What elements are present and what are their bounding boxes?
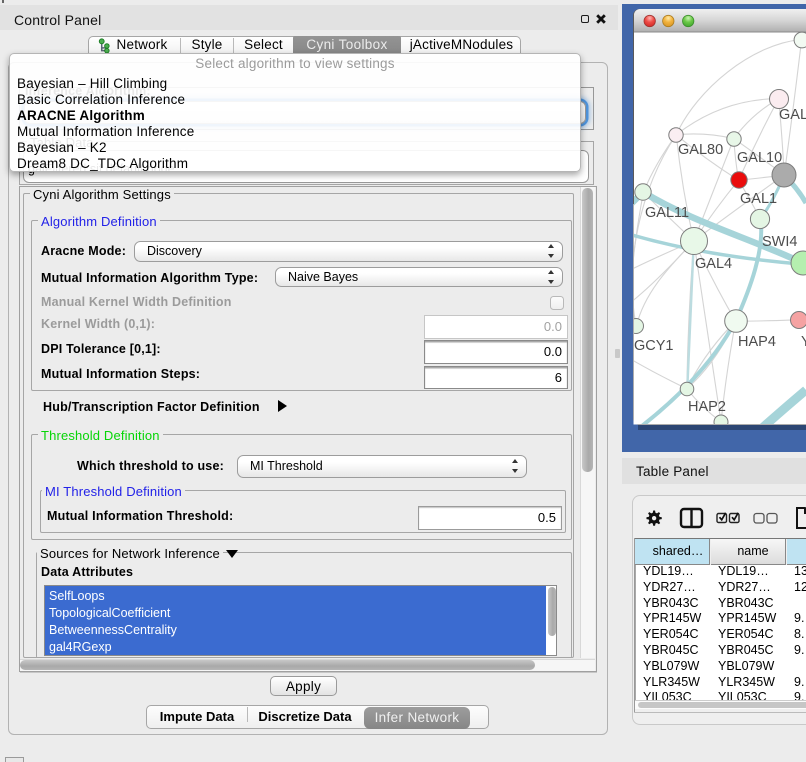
svg-text:GAL1: GAL1 [740, 191, 777, 207]
svg-text:SWI4: SWI4 [762, 234, 797, 250]
svg-text:HAP2: HAP2 [688, 399, 726, 415]
svg-text:GAL80: GAL80 [678, 142, 723, 158]
svg-text:GAL7: GAL7 [779, 107, 806, 123]
svg-text:Y: Y [801, 334, 806, 350]
svg-text:GAL4: GAL4 [695, 256, 732, 272]
svg-text:GCY1: GCY1 [634, 338, 674, 354]
svg-text:GAL10: GAL10 [737, 150, 782, 166]
svg-text:HAP4: HAP4 [738, 334, 776, 350]
svg-text:GAL11: GAL11 [645, 205, 689, 221]
